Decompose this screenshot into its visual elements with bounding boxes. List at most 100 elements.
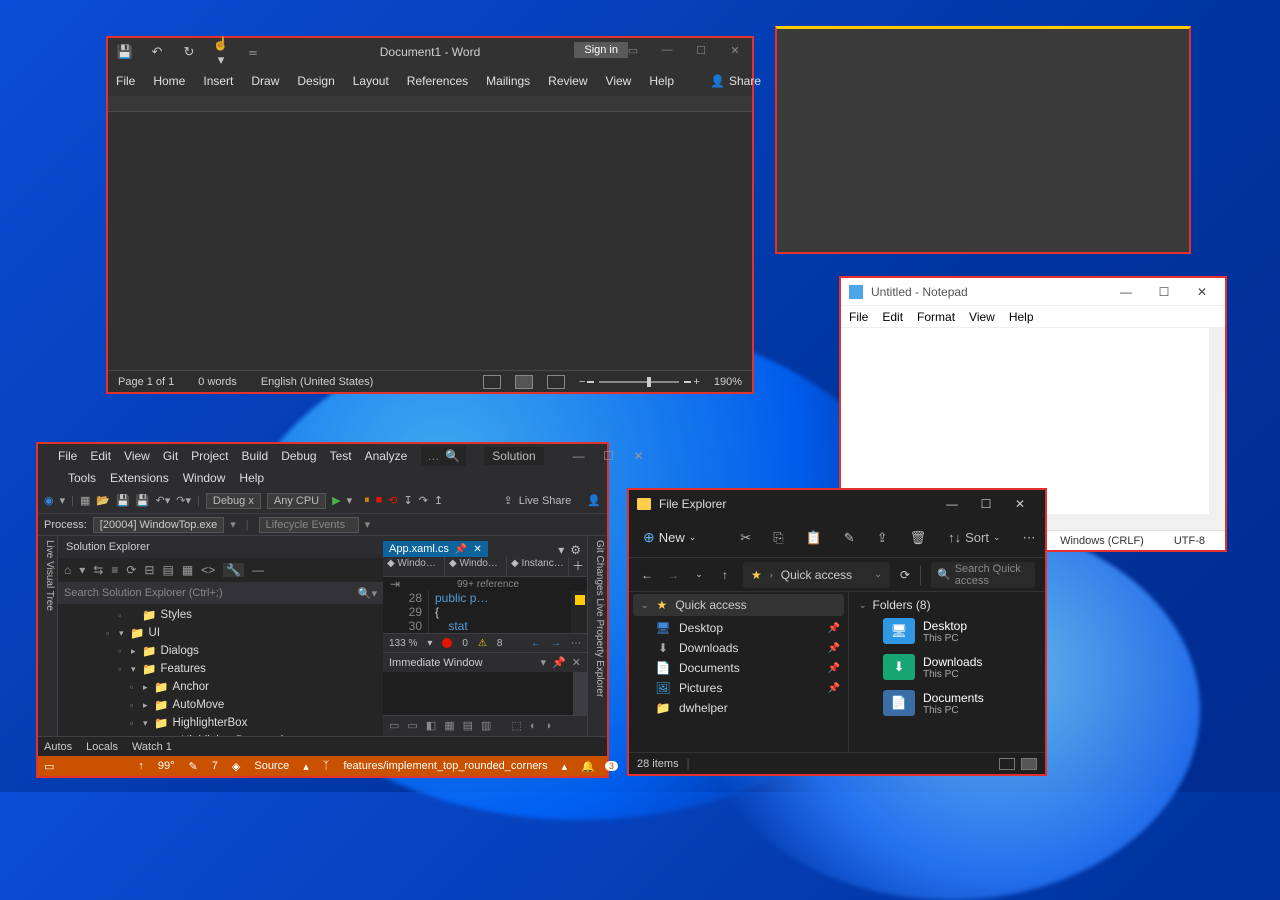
ribbon-tab-mailings[interactable]: Mailings [486, 74, 530, 88]
menu-project[interactable]: Project [191, 449, 228, 463]
ribbon-display-icon[interactable]: ▭ [616, 40, 650, 60]
solution-dropdown[interactable]: Solution [484, 447, 543, 465]
editor-tab[interactable]: App.xaml.cs 📌 ✕ [383, 541, 488, 557]
menu-build[interactable]: Build [242, 449, 269, 463]
pin-icon[interactable]: 📌 [552, 656, 566, 669]
back-icon[interactable]: ◉ [44, 494, 54, 507]
minimize-icon[interactable]: — [935, 497, 969, 511]
menu-help[interactable]: Help [239, 471, 264, 485]
web-layout-icon[interactable] [547, 375, 565, 389]
pin-icon[interactable]: 📌 [455, 544, 467, 555]
pen-icon[interactable]: ✎ [189, 760, 198, 773]
process-dropdown[interactable]: [20004] WindowTop.exe [93, 517, 224, 533]
maximize-icon[interactable]: ☐ [969, 497, 1003, 511]
stop-icon[interactable]: ■ [376, 494, 383, 507]
ribbon-tab-home[interactable]: Home [153, 74, 185, 88]
expand-icon[interactable]: ▸ [140, 682, 150, 693]
maximize-icon[interactable]: ☐ [684, 40, 718, 60]
forward-icon[interactable]: → [665, 568, 681, 582]
minimize-icon[interactable]: — [650, 40, 684, 60]
save-icon[interactable]: 💾 [116, 44, 134, 60]
code-line[interactable]: stat [429, 619, 488, 633]
icon[interactable]: ◑ [545, 720, 552, 732]
minimize-icon[interactable]: — [1111, 285, 1141, 299]
menu-view[interactable]: View [124, 449, 150, 463]
delete-icon[interactable]: 🗑 [910, 530, 927, 546]
word-count[interactable]: 0 words [198, 376, 237, 388]
nav-item-downloads[interactable]: ⬇Downloads📌 [629, 638, 848, 658]
breadcrumb-current[interactable]: Quick access [781, 568, 852, 582]
page-indicator[interactable]: Page 1 of 1 [118, 376, 174, 388]
fe-content-pane[interactable]: ⌄Folders (8) 🖥DesktopThis PC⬇DownloadsTh… [849, 592, 1045, 752]
branch-icon[interactable]: ᛉ [323, 760, 330, 772]
maximize-icon[interactable]: ☐ [594, 449, 624, 463]
nav-back-icon[interactable]: ← [531, 638, 541, 649]
collapse-icon[interactable]: ⇆ [93, 563, 103, 577]
vertical-scrollbar[interactable] [1209, 328, 1225, 530]
read-mode-icon[interactable] [483, 375, 501, 389]
ribbon-tab-references[interactable]: References [407, 74, 468, 88]
expand-icon[interactable]: ▾ [116, 628, 126, 639]
push-icon[interactable]: ↑ [138, 760, 144, 772]
menu-debug[interactable]: Debug [281, 449, 316, 463]
menu-analyze[interactable]: Analyze [365, 449, 408, 463]
menu-view[interactable]: View [969, 310, 995, 324]
preview-icon[interactable]: ▦ [182, 563, 193, 577]
menu-edit[interactable]: Edit [882, 310, 903, 324]
close-icon[interactable]: ✕ [1187, 285, 1217, 299]
panel-tab-autos[interactable]: Autos [44, 741, 72, 753]
maximize-icon[interactable]: ☐ [1149, 285, 1179, 299]
ribbon-tab-review[interactable]: Review [548, 74, 587, 88]
step-into-icon[interactable]: ↧ [403, 494, 412, 507]
ribbon-tab-draw[interactable]: Draw [251, 74, 279, 88]
paste-icon[interactable]: 📋 [806, 530, 822, 546]
quick-access-header[interactable]: ⌄ ★ Quick access [633, 594, 844, 616]
code-icon[interactable]: <> [201, 563, 215, 577]
solution-tree[interactable]: ▫📁Styles▫▾📁UI▫▸📁Dialogs▫▾📁Features▫▸📁Anc… [58, 604, 383, 736]
dropdown-icon[interactable]: ▾ [541, 656, 547, 669]
close-tab-icon[interactable]: ✕ [473, 544, 481, 555]
nav-item-pictures[interactable]: 🖼Pictures📌 [629, 678, 848, 698]
chevron-down-icon[interactable]: ⌄ [874, 569, 882, 580]
menu-extensions[interactable]: Extensions [110, 471, 169, 485]
code-area[interactable]: 282930 public p…{ stat [383, 591, 587, 633]
split-icon[interactable]: ▾ [558, 543, 564, 557]
step-over-icon[interactable]: ↷ [419, 494, 428, 507]
close-icon[interactable]: ✕ [572, 656, 581, 669]
close-icon[interactable]: ✕ [1003, 497, 1037, 511]
ribbon-tab-file[interactable]: File [116, 74, 135, 88]
sync-icon[interactable]: ≡ [111, 563, 118, 577]
back-icon[interactable]: ← [639, 568, 655, 582]
ribbon-tab-layout[interactable]: Layout [353, 74, 389, 88]
tree-node[interactable]: ▫▾📁HighlighterBox [58, 714, 383, 732]
new-project-icon[interactable]: ▦ [80, 494, 90, 507]
tree-node[interactable]: ▫▸📁AutoMove [58, 696, 383, 714]
vs-search[interactable]: …🔍 [421, 446, 466, 466]
gear-icon[interactable]: ⚙ [570, 543, 581, 557]
up-icon[interactable]: ↑ [717, 568, 733, 582]
show-all-icon[interactable]: ▤ [162, 563, 173, 577]
new-button[interactable]: ⊕New⌄ [643, 529, 696, 546]
share-icon[interactable]: ⇪ [877, 530, 888, 546]
step-out-icon[interactable]: ↥ [434, 494, 443, 507]
minimap[interactable] [571, 591, 587, 633]
zoom-dropdown[interactable]: 133 % [389, 638, 417, 649]
source-label[interactable]: Source [254, 760, 289, 772]
zoom-slider[interactable] [599, 381, 679, 383]
filter-icon[interactable]: ⊟ [144, 563, 154, 577]
platform-dropdown[interactable]: Any CPU [267, 493, 326, 509]
code-line[interactable]: public p… [429, 591, 488, 605]
right-rail-tabs[interactable]: Git Changes Live Property Explorer [587, 536, 607, 736]
menu-format[interactable]: Format [917, 310, 955, 324]
code-line[interactable]: { [429, 605, 488, 619]
open-icon[interactable]: 📂 [96, 494, 110, 507]
nav-dropdown[interactable]: ◆ Windo… [383, 557, 445, 575]
refresh-icon[interactable]: ⟳ [900, 568, 910, 582]
undo-icon[interactable]: ↶▾ [156, 494, 171, 507]
details-view-icon[interactable] [999, 758, 1015, 770]
menu-tools[interactable]: Tools [68, 471, 96, 485]
cut-icon[interactable]: ✂ [740, 530, 751, 546]
copy-icon[interactable]: ⎘ [773, 530, 783, 546]
restart-icon[interactable]: ⟲ [388, 494, 397, 507]
nav-fwd-icon[interactable]: → [551, 638, 561, 649]
